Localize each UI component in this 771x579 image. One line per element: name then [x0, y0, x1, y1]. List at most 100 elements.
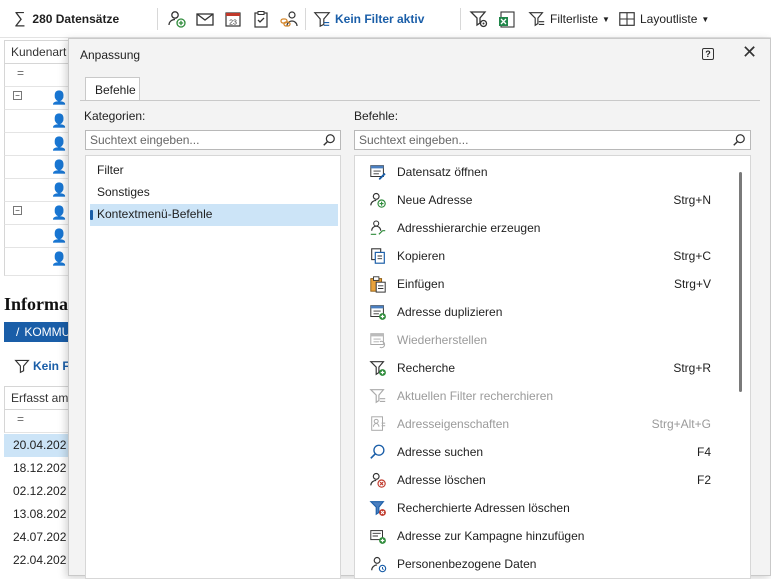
- selection-indicator: [90, 210, 93, 220]
- filter-list-icon: [528, 12, 545, 27]
- link-address-button[interactable]: [279, 8, 299, 30]
- record-count-label: 280 Datensätze: [32, 12, 120, 26]
- table-row[interactable]: 👤: [4, 110, 70, 133]
- filterliste-dropdown[interactable]: Filterliste ▼: [528, 8, 610, 30]
- tab-kommunikation[interactable]: / KOMMU: [4, 322, 70, 342]
- category-label: Sonstiges: [97, 185, 150, 199]
- categories-search-input[interactable]: Suchtext eingeben...: [85, 130, 341, 150]
- person-icon: 👤: [51, 182, 68, 197]
- group-row[interactable]: − 👤: [4, 202, 70, 225]
- table-row[interactable]: 👤: [4, 248, 70, 276]
- commands-search-input[interactable]: Suchtext eingeben...: [354, 130, 751, 150]
- filter-status-secondary-label: Kein F: [33, 359, 70, 373]
- task-button[interactable]: [251, 8, 271, 30]
- command-adresse-loeschen[interactable]: Adresse löschen F2: [369, 466, 711, 494]
- category-kontextmenue-befehle[interactable]: Kontextmenü-Befehle: [90, 204, 338, 226]
- table-row[interactable]: 👤: [4, 179, 70, 202]
- date-cell[interactable]: 24.07.202: [4, 526, 70, 549]
- mail-button[interactable]: [195, 8, 215, 30]
- help-icon[interactable]: ?: [702, 48, 714, 60]
- personal-data-icon: [371, 556, 387, 573]
- category-sonstiges[interactable]: Sonstiges: [90, 182, 338, 204]
- group-row[interactable]: − 👤: [4, 87, 70, 110]
- commands-scrollbar[interactable]: [739, 172, 742, 392]
- command-aktuellen-filter-recherchieren: Aktuellen Filter recherchieren: [369, 382, 709, 410]
- toolbar-separator: [305, 8, 306, 30]
- commands-search-placeholder: Suchtext eingeben...: [359, 133, 469, 147]
- new-address-button[interactable]: [167, 8, 187, 30]
- search-icon: [370, 444, 385, 459]
- excel-icon: [499, 11, 515, 28]
- close-icon[interactable]: ✕: [742, 42, 757, 63]
- tab-kommunikation-label: KOMMU: [24, 325, 70, 339]
- layoutliste-dropdown[interactable]: Layoutliste ▼: [618, 8, 709, 30]
- tab-befehle[interactable]: Befehle: [85, 77, 140, 101]
- table-row[interactable]: 👤: [4, 156, 70, 179]
- command-kopieren[interactable]: Kopieren Strg+C: [369, 242, 711, 270]
- filter-status-secondary[interactable]: Kein F: [14, 358, 70, 374]
- person-icon: 👤: [51, 90, 68, 105]
- date-cell[interactable]: 22.04.202: [4, 549, 70, 572]
- column-header-erfasst-am[interactable]: Erfasst am: [4, 386, 70, 410]
- section-title: Informa: [4, 294, 68, 314]
- calendar-button[interactable]: 23: [223, 8, 243, 30]
- categories-list: Filter Sonstiges Kontextmenü-Befehle: [85, 155, 341, 579]
- filter-icon: [313, 12, 331, 28]
- search-icon[interactable]: [322, 133, 336, 147]
- command-adresse-zur-kampagne-hinzufuegen[interactable]: Adresse zur Kampagne hinzufügen: [369, 522, 709, 550]
- filter-add-icon: [369, 361, 386, 376]
- contact-person-icon: 👤: [51, 228, 68, 243]
- command-einfuegen[interactable]: Einfügen Strg+V: [369, 270, 711, 298]
- campaign-icon: [370, 530, 386, 544]
- date-cell[interactable]: 20.04.202: [4, 434, 70, 457]
- toolbar-separator: [157, 8, 158, 30]
- restore-icon: [370, 333, 386, 349]
- command-wiederherstellen: Wiederherstellen: [369, 326, 709, 354]
- filterliste-label: Filterliste: [550, 12, 599, 26]
- slash-icon: /: [16, 325, 20, 339]
- filter-delete-icon: [369, 501, 386, 516]
- filter-settings-button[interactable]: [469, 8, 489, 30]
- search-icon[interactable]: [732, 133, 746, 147]
- command-recherche[interactable]: Recherche Strg+R: [369, 354, 711, 382]
- command-adresshierarchie-erzeugen[interactable]: Adresshierarchie erzeugen: [369, 214, 709, 242]
- filter-row: =: [4, 410, 70, 433]
- command-neue-adresse[interactable]: Neue Adresse Strg+N: [369, 186, 711, 214]
- record-count: ∑ 280 Datensätze: [14, 8, 119, 30]
- collapse-icon[interactable]: −: [13, 91, 22, 100]
- properties-icon: [371, 416, 386, 431]
- open-record-icon: [370, 165, 386, 180]
- column-header-kundenart[interactable]: Kundenart: [4, 40, 70, 64]
- table-row[interactable]: 👤: [4, 225, 70, 248]
- person-icon: 👤: [51, 159, 68, 174]
- commands-label: Befehle:: [354, 109, 399, 123]
- filter-status-button[interactable]: Kein Filter aktiv: [313, 8, 424, 30]
- date-cell[interactable]: 18.12.202: [4, 457, 70, 480]
- command-adresse-duplizieren[interactable]: Adresse duplizieren: [369, 298, 709, 326]
- table-row[interactable]: 👤: [4, 133, 70, 156]
- command-recherchierte-adressen-loeschen[interactable]: Recherchierte Adressen löschen: [369, 494, 709, 522]
- new-address-icon: [370, 192, 386, 208]
- filter-gear-icon: [469, 11, 488, 28]
- filter-icon: [369, 389, 386, 404]
- duplicate-icon: [370, 305, 386, 320]
- link-person-icon: [280, 11, 298, 27]
- delete-address-icon: [370, 472, 386, 488]
- excel-export-button[interactable]: [497, 8, 517, 30]
- tab-befehle-label: Befehle: [95, 83, 136, 97]
- customize-dialog: Anpassung ? ✕ Befehle Kategorien: Suchte…: [68, 38, 771, 579]
- command-adresse-suchen[interactable]: Adresse suchen F4: [369, 438, 711, 466]
- new-address-icon: [168, 11, 186, 28]
- chevron-down-icon: ▼: [602, 14, 610, 24]
- command-datensatz-oeffnen[interactable]: Datensatz öffnen: [369, 158, 709, 186]
- date-cell[interactable]: 02.12.202: [4, 480, 70, 503]
- person-icon: 👤: [51, 113, 68, 128]
- tab-divider: [80, 100, 760, 101]
- category-filter[interactable]: Filter: [90, 160, 338, 182]
- filter-row: =: [4, 64, 70, 87]
- contact-person-icon: 👤: [51, 205, 68, 220]
- date-cell[interactable]: 13.08.202: [4, 503, 70, 526]
- collapse-icon[interactable]: −: [13, 206, 22, 215]
- category-label: Filter: [97, 163, 124, 177]
- command-personenbezogene-daten[interactable]: Personenbezogene Daten: [369, 550, 709, 578]
